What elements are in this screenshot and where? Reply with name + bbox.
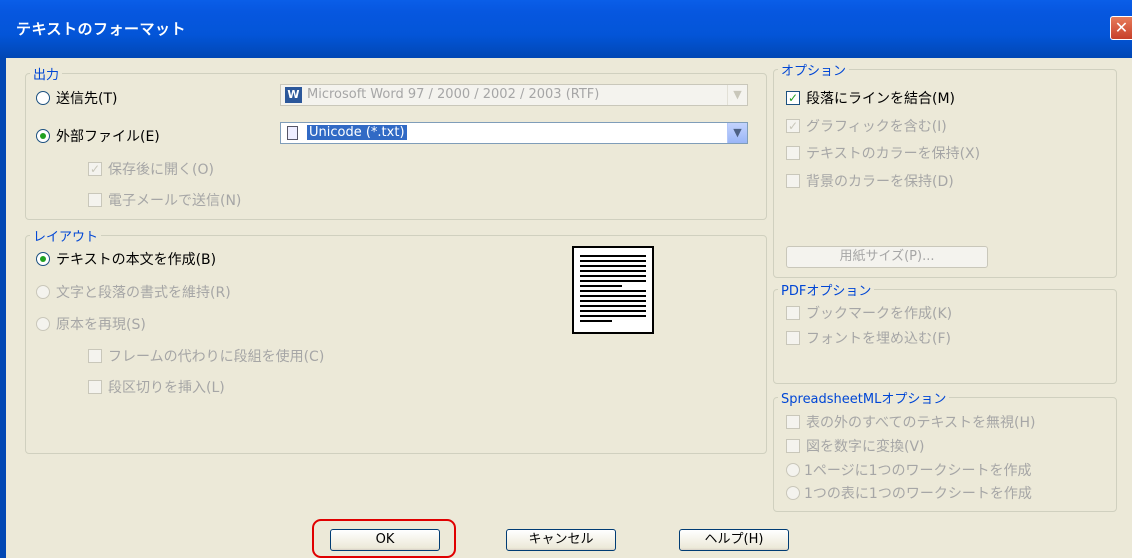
open-after-save-label: 保存後に開く(O) [108,162,214,178]
keep-bg-color-checkbox[interactable] [786,174,800,188]
send-to-radio[interactable] [36,91,50,105]
insert-breaks-checkbox[interactable] [88,380,102,394]
external-file-combo[interactable]: Unicode (*.txt) ▼ [280,122,748,144]
keep-format-radio[interactable] [36,285,50,299]
create-body-radio[interactable] [36,252,50,266]
embed-fonts-checkbox[interactable] [786,331,800,345]
window-title: テキストのフォーマット [16,20,187,38]
close-icon: ✕ [1114,18,1129,37]
reproduce-label: 原本を再現(S) [56,317,146,333]
spreadsheetml-options-legend: SpreadsheetMLオプション [781,392,947,407]
embed-fonts-label: フォントを埋め込む(F) [806,331,951,347]
word-icon: W [285,87,302,103]
ignore-text-label: 表の外のすべてのテキストを無視(H) [806,415,1036,431]
options-legend: オプション [781,64,847,79]
keep-text-color-label: テキストのカラーを保持(X) [806,146,981,162]
send-mail-label: 電子メールで送信(N) [108,193,242,209]
reproduce-radio[interactable] [36,317,50,331]
combine-lines-label: 段落にラインを結合(M) [806,91,956,107]
title-bar[interactable]: テキストのフォーマット ✕ [0,0,1132,58]
insert-breaks-label: 段区切りを挿入(L) [108,380,225,396]
paper-size-button[interactable]: 用紙サイズ(P)... [786,246,988,268]
dialog-body: 出力 送信先(T) W Microsoft Word 97 / 2000 / 2… [6,58,1132,558]
cancel-button[interactable]: キャンセル [506,529,616,551]
output-legend: 出力 [33,68,60,83]
use-columns-checkbox[interactable] [88,349,102,363]
one-sheet-per-table-radio[interactable] [786,486,800,500]
send-mail-checkbox[interactable] [88,193,102,207]
send-to-label: 送信先(T) [56,91,118,107]
keep-bg-color-label: 背景のカラーを保持(D) [806,174,954,190]
one-sheet-per-page-radio[interactable] [786,463,800,477]
bookmarks-checkbox[interactable] [786,306,800,320]
create-body-label: テキストの本文を作成(B) [56,252,217,268]
send-to-value: Microsoft Word 97 / 2000 / 2002 / 2003 (… [307,87,600,102]
external-file-radio[interactable] [36,129,50,143]
send-to-combo[interactable]: W Microsoft Word 97 / 2000 / 2002 / 2003… [280,84,748,106]
combine-lines-checkbox[interactable]: ✓ [786,91,800,105]
ok-button[interactable]: OK [330,529,440,551]
keep-text-color-checkbox[interactable] [786,146,800,160]
one-sheet-per-table-label: 1つの表に1つのワークシートを作成 [804,486,1032,502]
chevron-down-icon[interactable]: ▼ [727,123,747,143]
text-file-icon [287,126,298,140]
include-graphics-checkbox[interactable]: ✓ [786,119,800,133]
bookmarks-label: ブックマークを作成(K) [806,306,953,322]
close-button[interactable]: ✕ [1110,16,1132,40]
convert-figures-checkbox[interactable] [786,439,800,453]
convert-figures-label: 図を数字に変換(V) [806,439,925,455]
layout-legend: レイアウト [33,230,99,245]
chevron-down-icon[interactable]: ▼ [727,85,747,105]
open-after-save-checkbox[interactable]: ✓ [88,162,102,176]
layout-preview-icon [572,246,654,334]
pdf-options-legend: PDFオプション [781,284,872,299]
external-file-label: 外部ファイル(E) [56,129,160,145]
one-sheet-per-page-label: 1ページに1つのワークシートを作成 [804,463,1032,479]
external-file-value: Unicode (*.txt) [307,125,407,140]
include-graphics-label: グラフィックを含む(I) [806,119,947,135]
keep-format-label: 文字と段落の書式を維持(R) [56,285,231,301]
ignore-text-checkbox[interactable] [786,415,800,429]
use-columns-label: フレームの代わりに段組を使用(C) [108,349,325,365]
help-button[interactable]: ヘルプ(H) [679,529,789,551]
